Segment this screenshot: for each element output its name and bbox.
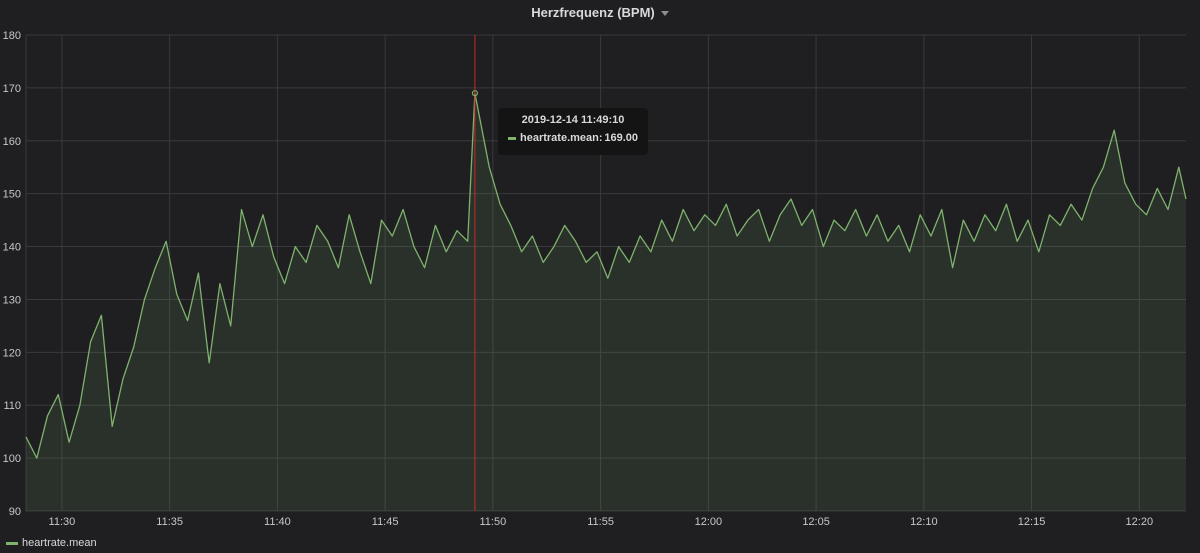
series-area [26, 93, 1186, 511]
tooltip-series-swatch [508, 136, 516, 140]
x-tick-label: 11:40 [264, 516, 291, 528]
legend-swatch-heartrate-mean[interactable] [6, 541, 18, 545]
y-tick-label: 130 [3, 294, 21, 306]
y-axis: 90 100 110 120 130 140 150 160 170 180 [3, 30, 21, 518]
x-tick-label: 12:15 [1018, 516, 1046, 528]
tooltip-value: 169.00 [604, 132, 638, 144]
heartrate-chart[interactable]: 90 100 110 120 130 140 150 160 170 180 11:30 11:35… [0, 0, 1200, 553]
tooltip-series-label: heartrate.mean: [520, 132, 603, 144]
y-tick-label: 170 [3, 83, 21, 95]
y-tick-label: 100 [3, 453, 21, 465]
x-tick-label: 11:30 [49, 516, 76, 528]
legend-item-heartrate-mean[interactable]: heartrate.mean [22, 537, 97, 549]
x-axis: 11:30 11:35 11:40 11:45 11:50 11:55 12:00 12:05… [49, 516, 1154, 528]
y-tick-label: 180 [3, 30, 21, 42]
graph-panel: Herzfrequenz (BPM) 90 100 110 120 130 140 150 1… [0, 0, 1200, 553]
x-tick-label: 11:55 [587, 516, 614, 528]
x-tick-label: 11:50 [480, 516, 507, 528]
series-heartrate-mean [25, 92, 1187, 511]
y-tick-label: 150 [3, 189, 21, 201]
x-tick-label: 12:00 [695, 516, 723, 528]
y-tick-label: 110 [3, 400, 21, 412]
x-tick-label: 11:35 [156, 516, 183, 528]
tooltip-row: heartrate.mean: 169.00 [508, 132, 638, 144]
y-tick-label: 90 [9, 506, 21, 518]
y-tick-label: 160 [3, 136, 21, 148]
legend: heartrate.mean [6, 536, 97, 550]
hover-tooltip: 2019-12-14 11:49:10 heartrate.mean: 169.… [498, 108, 648, 155]
x-tick-label: 12:10 [910, 516, 938, 528]
y-tick-label: 140 [3, 242, 21, 254]
x-tick-label: 11:45 [372, 516, 399, 528]
x-tick-label: 12:20 [1126, 516, 1154, 528]
y-tick-label: 120 [3, 347, 21, 359]
x-tick-label: 12:05 [802, 516, 830, 528]
tooltip-time: 2019-12-14 11:49:10 [521, 114, 625, 126]
